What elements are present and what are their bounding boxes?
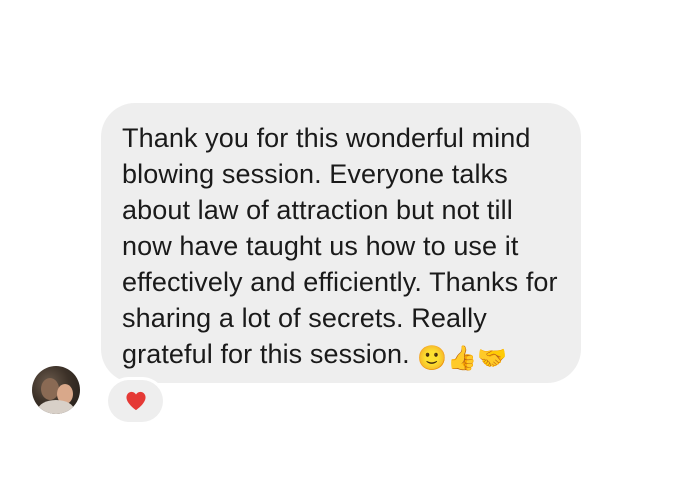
handshake-icon: 🤝	[477, 344, 508, 372]
message-bubble[interactable]: Thank you for this wonderful mind blowin…	[101, 103, 581, 383]
reaction-badge[interactable]	[108, 380, 163, 422]
avatar[interactable]	[32, 366, 80, 414]
slightly-smiling-face-icon: 🙂	[417, 344, 448, 372]
avatar-shirt	[38, 400, 74, 414]
thumbs-up-icon: 👍	[447, 344, 478, 372]
heart-shape	[126, 391, 146, 411]
emoji-row: 🙂👍🤝	[417, 341, 507, 372]
red-heart-icon	[126, 391, 146, 411]
message-body: Thank you for this wonderful mind blowin…	[122, 123, 558, 369]
message-text: Thank you for this wonderful mind blowin…	[122, 120, 563, 376]
